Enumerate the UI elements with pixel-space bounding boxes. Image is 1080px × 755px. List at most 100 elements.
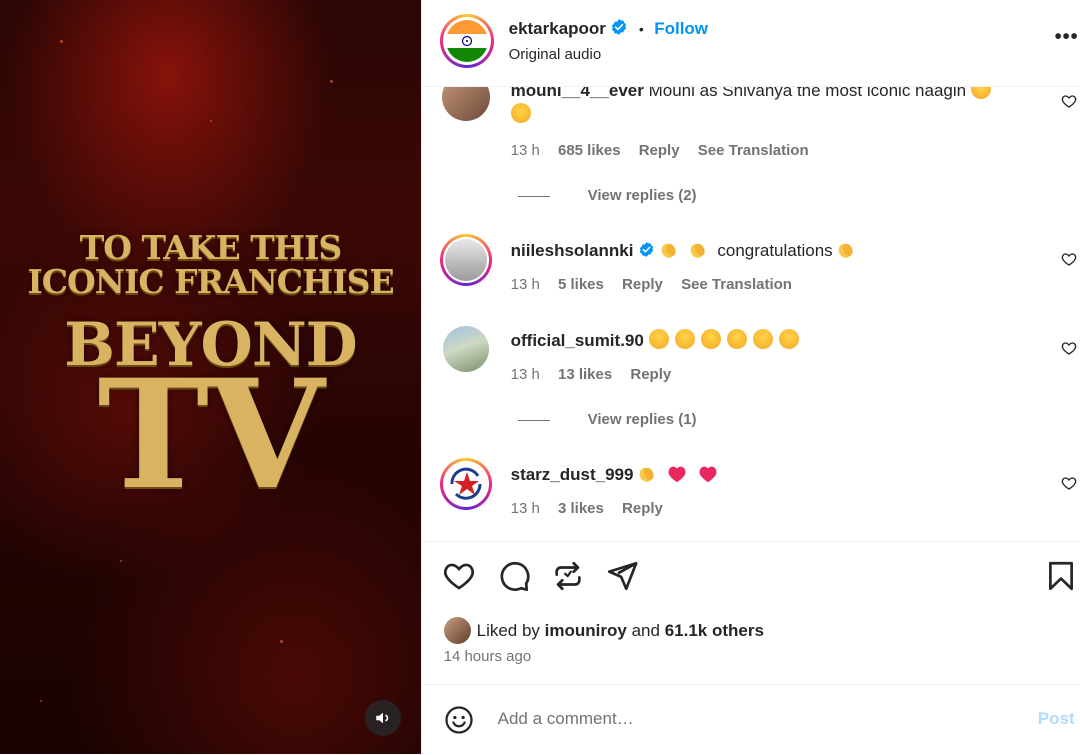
comment-like-heart-icon[interactable] <box>1061 93 1077 109</box>
comment-likes[interactable]: 5 likes <box>558 276 604 293</box>
pink-heart-emoji <box>668 466 686 483</box>
more-options-button[interactable]: ••• <box>1055 26 1079 49</box>
speaker-icon <box>376 712 389 724</box>
reel-video[interactable]: TO TAKE THIS ICONIC FRANCHISE BEYOND TV <box>0 0 421 754</box>
reply-button[interactable]: Reply <box>622 276 663 293</box>
pink-heart-emoji <box>699 466 717 483</box>
comment-like-heart-icon[interactable] <box>1061 475 1077 491</box>
comment-body: mouni__4__ever Mouni as Shivanya the mos… <box>510 87 1031 127</box>
comment-like-heart-icon[interactable] <box>1061 251 1077 267</box>
comment-item: niileshsolannki congratulations 13 h 5 l… <box>422 234 1080 314</box>
audio-toggle-button[interactable] <box>365 700 401 736</box>
see-translation-button[interactable]: See Translation <box>681 276 792 293</box>
comment-text: Mouni as Shivanya the most iconic naagin <box>648 87 967 100</box>
view-replies-button[interactable]: View replies (1) <box>517 411 697 428</box>
comment-like-heart-icon[interactable] <box>1061 340 1077 356</box>
clapping-hands-emoji <box>839 243 854 258</box>
liker-avatar[interactable] <box>443 617 471 644</box>
heart-eyes-emoji <box>752 329 773 349</box>
dot-separator: • <box>638 21 644 37</box>
heart-eyes-emoji <box>510 103 531 123</box>
heart-eyes-emoji <box>674 329 695 349</box>
comment-time: 13 h <box>510 276 540 293</box>
comment-input[interactable]: Add a comment… <box>498 709 634 729</box>
liked-by-and: and <box>631 620 660 640</box>
save-bookmark-icon[interactable] <box>1044 559 1078 593</box>
reply-button[interactable]: Reply <box>639 142 680 159</box>
comment-time: 13 h <box>510 142 540 159</box>
comment-body: starz_dust_999 <box>511 463 1031 487</box>
comment-meta: 13 h 3 likes Reply <box>511 500 677 517</box>
post-timestamp[interactable]: 14 hours ago <box>444 648 532 665</box>
liked-by-prefix: Liked by <box>476 620 540 640</box>
view-replies-button[interactable]: View replies (2) <box>517 187 697 204</box>
india-flag-image <box>445 20 488 62</box>
overlay-text-line4: TV <box>97 347 324 523</box>
author-username[interactable]: ektarkapoor <box>509 19 606 38</box>
sparkle <box>330 80 333 83</box>
commenter-username[interactable]: official_sumit.90 <box>511 331 644 350</box>
comment-body: official_sumit.90 <box>511 329 1031 353</box>
comment-likes[interactable]: 3 likes <box>558 500 604 517</box>
sparkle <box>280 640 283 643</box>
comment-body: niileshsolannki congratulations <box>511 239 1031 263</box>
sparkle <box>120 560 122 562</box>
comment-meta: 13 h 5 likes Reply See Translation <box>511 276 806 293</box>
post-sidebar: ektarkapoor • Follow Original audio ••• … <box>420 0 1080 755</box>
follow-button[interactable]: Follow <box>654 19 708 38</box>
share-paper-plane-icon[interactable] <box>605 559 639 593</box>
heart-eyes-emoji <box>700 329 721 349</box>
heart-eyes-emoji <box>778 329 799 349</box>
repost-icon[interactable] <box>551 559 585 593</box>
comment-time: 13 h <box>510 500 540 517</box>
chakra-icon <box>461 35 472 47</box>
sparkle <box>40 700 42 702</box>
liked-by-user-link[interactable]: imouniroy <box>545 621 627 641</box>
likes-count-link[interactable]: 61.1k others <box>665 621 764 641</box>
view-replies-label: View replies (1) <box>587 411 697 428</box>
heart-eyes-emoji <box>970 87 991 99</box>
commenter-avatar[interactable] <box>442 326 489 372</box>
star-logo-icon <box>450 467 482 500</box>
reply-button[interactable]: Reply <box>622 500 663 517</box>
sparkle <box>60 40 63 43</box>
verified-badge-icon <box>639 242 654 257</box>
sparkle <box>210 120 212 122</box>
comment-meta: 13 h 685 likes Reply See Translation <box>511 142 823 159</box>
clapping-hands-emoji <box>690 243 705 258</box>
clapping-hands-emoji <box>639 467 654 482</box>
verified-badge-icon <box>612 19 627 35</box>
comment-text: congratulations <box>717 241 833 260</box>
divider-dash <box>517 195 550 197</box>
commenter-username[interactable]: mouni__4__ever <box>511 87 644 100</box>
reply-button[interactable]: Reply <box>630 366 671 383</box>
like-heart-icon[interactable] <box>442 559 476 593</box>
comment-likes[interactable]: 685 likes <box>558 142 621 159</box>
commenter-avatar[interactable] <box>441 87 490 121</box>
comment-time: 13 h <box>510 366 540 383</box>
heart-eyes-emoji <box>648 329 669 349</box>
post-actions: Liked by imouniroy and 61.1k others 14 h… <box>421 541 1080 685</box>
comment-item: starz_dust_999 13 h 3 likes Reply <box>422 458 1080 538</box>
comment-bubble-icon[interactable] <box>497 559 531 593</box>
clapping-hands-emoji <box>661 243 676 258</box>
author-avatar[interactable] <box>439 14 494 68</box>
commenter-username[interactable]: niileshsolannki <box>511 241 634 260</box>
comment-meta: 13 h 13 likes Reply <box>511 366 686 383</box>
heart-eyes-emoji <box>726 329 747 349</box>
comment-composer: Add a comment… Post <box>421 684 1080 755</box>
post-header: ektarkapoor • Follow Original audio ••• <box>421 0 1080 87</box>
commenter-avatar[interactable] <box>439 234 492 286</box>
comments-list[interactable]: mouni__4__ever Mouni as Shivanya the mos… <box>422 87 1080 540</box>
comment-likes[interactable]: 13 likes <box>558 366 612 383</box>
instagram-post-view: TO TAKE THIS ICONIC FRANCHISE BEYOND TV <box>0 0 1080 754</box>
see-translation-button[interactable]: See Translation <box>698 142 809 159</box>
audio-subtitle[interactable]: Original audio <box>509 46 602 63</box>
post-comment-button[interactable]: Post <box>1038 709 1075 729</box>
commenter-username[interactable]: starz_dust_999 <box>511 465 634 484</box>
emoji-picker-icon[interactable] <box>444 705 474 735</box>
divider-dash <box>517 419 550 421</box>
commenter-avatar[interactable] <box>439 458 492 510</box>
overlay-text-line2: ICONIC FRANCHISE <box>27 262 394 301</box>
comment-item: official_sumit.90 13 h 13 likes Reply <box>422 326 1080 406</box>
